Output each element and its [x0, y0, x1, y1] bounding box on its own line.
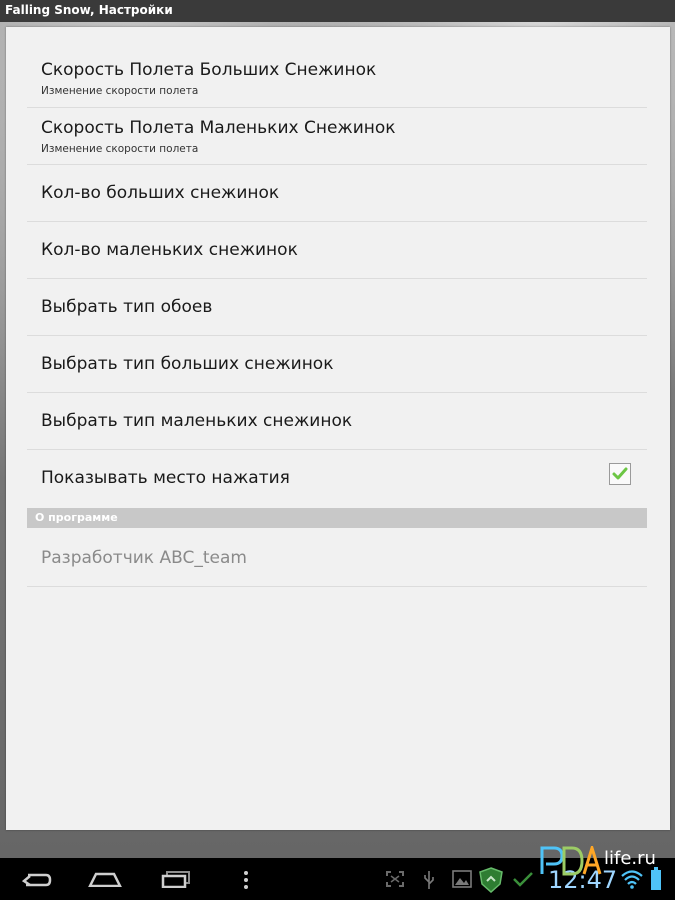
pref-developer: Разработчик ABC_team: [27, 529, 647, 587]
developer-label: Разработчик ABC_team: [41, 548, 247, 568]
pref-large-flake-speed[interactable]: Скорость Полета Больших Снежинок Изменен…: [27, 50, 647, 108]
pref-title: Выбрать тип маленьких снежинок: [41, 411, 353, 431]
image-icon: [452, 870, 472, 892]
screenshot-icon: [385, 870, 405, 892]
pref-small-flake-speed[interactable]: Скорость Полета Маленьких Снежинок Измен…: [27, 108, 647, 165]
menu-icon[interactable]: [242, 870, 250, 894]
about-category-header: О программе: [27, 508, 647, 528]
pref-title: Скорость Полета Маленьких Снежинок: [41, 118, 396, 138]
pref-title: Скорость Полета Больших Снежинок: [41, 60, 377, 80]
shield-icon: [479, 867, 503, 897]
pref-large-flake-type[interactable]: Выбрать тип больших снежинок: [27, 336, 647, 393]
recent-apps-icon[interactable]: [160, 870, 192, 892]
pref-title: Выбрать тип обоев: [41, 297, 213, 317]
pref-title: Кол-во маленьких снежинок: [41, 240, 298, 260]
pref-title: Выбрать тип больших снежинок: [41, 354, 334, 374]
settings-panel: Скорость Полета Больших Снежинок Изменен…: [6, 27, 670, 830]
pref-large-flake-count[interactable]: Кол-во больших снежинок: [27, 165, 647, 222]
watermark-text: life.ru: [604, 848, 656, 869]
pref-summary: Изменение скорости полета: [41, 85, 199, 97]
home-icon[interactable]: [87, 871, 123, 891]
window-title: Falling Snow, Настройки: [5, 3, 173, 17]
pref-show-touch-point[interactable]: Показывать место нажатия: [27, 450, 647, 507]
pref-small-flake-count[interactable]: Кол-во маленьких снежинок: [27, 222, 647, 279]
pdalife-logo: [540, 842, 602, 876]
pref-summary: Изменение скорости полета: [41, 143, 199, 155]
pref-title: Кол-во больших снежинок: [41, 183, 280, 203]
pref-small-flake-type[interactable]: Выбрать тип маленьких снежинок: [27, 393, 647, 450]
checkmark-icon: [612, 467, 628, 480]
show-touch-checkbox[interactable]: [609, 463, 631, 485]
window-titlebar: Falling Snow, Настройки: [0, 0, 675, 22]
pref-wallpaper-type[interactable]: Выбрать тип обоев: [27, 279, 647, 336]
usb-icon: [423, 870, 435, 894]
back-icon[interactable]: [20, 871, 52, 893]
category-label: О программе: [35, 511, 118, 524]
pdalife-watermark: life.ru: [540, 842, 670, 876]
check-icon: [512, 870, 534, 892]
pref-title: Показывать место нажатия: [41, 468, 290, 488]
